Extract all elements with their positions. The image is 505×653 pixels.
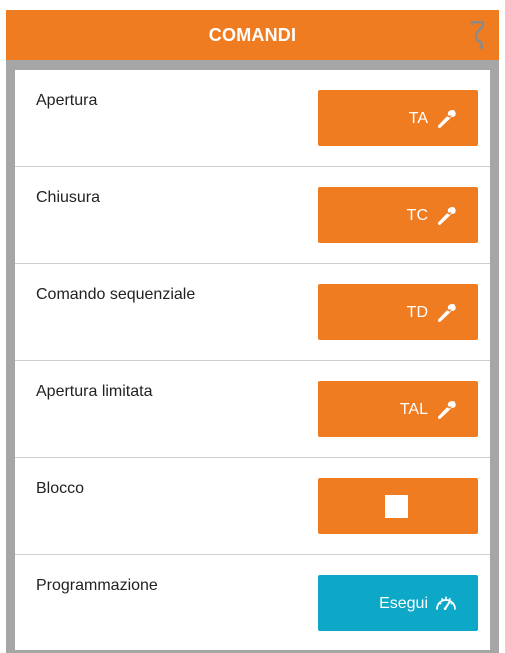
stop-icon: [385, 495, 408, 518]
wrench-icon: [437, 304, 456, 323]
command-row-apertura-limitata: Apertura limitata TAL: [15, 361, 490, 458]
open-button[interactable]: TA: [318, 90, 478, 146]
command-row-programmazione: Programmazione Esegui: [15, 555, 490, 650]
command-label: Comando sequenziale: [36, 286, 196, 303]
wrench-icon: [437, 401, 456, 420]
command-row-chiusura: Chiusura TC: [15, 167, 490, 264]
execute-button[interactable]: Esegui: [318, 575, 478, 631]
commands-panel: Apertura TA Chiusura TC Comando sequenzi…: [15, 70, 490, 650]
command-label: Programmazione: [36, 577, 158, 594]
stop-button[interactable]: [318, 478, 478, 534]
button-label: TA: [408, 110, 428, 127]
wrench-icon: [437, 207, 456, 226]
sequential-command-button[interactable]: TD: [318, 284, 478, 340]
command-label: Apertura: [36, 92, 98, 109]
wrench-icon: [437, 110, 456, 129]
speedometer-icon: [436, 596, 456, 610]
command-row-blocco: Blocco: [15, 458, 490, 555]
page-title: COMANDI: [208, 24, 297, 45]
hook-icon[interactable]: [467, 21, 487, 49]
command-label: Blocco: [36, 480, 85, 497]
button-label: Esegui: [379, 595, 428, 612]
close-button[interactable]: TC: [318, 187, 478, 243]
command-label: Chiusura: [36, 189, 101, 206]
command-row-sequenziale: Comando sequenziale TD: [15, 264, 490, 361]
button-label: TAL: [399, 401, 428, 418]
button-label: TC: [406, 207, 428, 224]
command-row-apertura: Apertura TA: [15, 70, 490, 167]
button-label: TD: [406, 304, 428, 321]
commands-window: COMANDI Apertura TA Chiusura TC Comando …: [6, 10, 499, 653]
command-label: Apertura limitata: [36, 383, 153, 400]
header-bar: COMANDI: [6, 10, 499, 60]
limited-open-button[interactable]: TAL: [318, 381, 478, 437]
